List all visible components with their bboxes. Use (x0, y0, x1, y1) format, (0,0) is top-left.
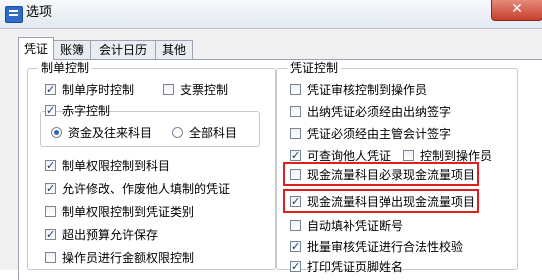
right-option-7-checkbox[interactable] (290, 220, 301, 231)
right-option-1-label: 凭证审核控制到操作员 (307, 83, 428, 97)
right-option-2-label: 出纳凭证必须经由出纳签字 (307, 105, 452, 119)
left-option-5-label: 操作员进行金额权限控制 (62, 251, 195, 265)
left-option-1-label: 制单权限控制到科目 (62, 159, 171, 173)
left-option-4-checkbox[interactable] (45, 227, 56, 243)
left-option-1-checkbox[interactable] (45, 158, 56, 174)
red-control-label: 赤字控制 (62, 104, 111, 118)
tab-accounting-calendar[interactable]: 会计日历 (90, 40, 156, 59)
left-option-3-checkbox[interactable] (45, 206, 56, 217)
right-option-3-checkbox[interactable] (290, 128, 301, 139)
right-option-5-label: 现金流量科目必录现金流量项目 (307, 168, 476, 182)
voucher-control-title: 凭证控制 (287, 60, 342, 76)
tab-other[interactable]: 其他 (155, 40, 193, 59)
entry-control-group: 制单控制 制单序时控制 支票控制 赤字控制 资金及往来科目 (27, 60, 276, 270)
ticket-control-label: 支票控制 (180, 83, 229, 97)
red-control-option[interactable]: 赤字控制 (45, 103, 110, 119)
close-button[interactable]: ✕ (491, 0, 542, 21)
left-option-5-checkbox[interactable] (45, 252, 56, 263)
app-icon (5, 6, 23, 23)
red-control-checkbox[interactable] (45, 103, 56, 119)
right-option-8-checkbox[interactable] (290, 239, 301, 255)
radio-funds-label: 资金及往来科目 (68, 126, 153, 140)
entry-control-title: 制单控制 (38, 60, 93, 76)
left-option-2-checkbox[interactable] (45, 181, 56, 197)
ticket-control-checkbox[interactable] (163, 84, 174, 95)
window-title: 选项 (26, 5, 53, 20)
radio-all-label: 全部科目 (189, 126, 238, 140)
right-option-6-checkbox[interactable] (290, 194, 301, 210)
left-option-3-label: 制单权限控制到凭证类别 (62, 205, 195, 219)
right-option-4-checkbox[interactable] (290, 148, 301, 164)
red-control-group: 赤字控制 资金及往来科目 全部科目 (40, 103, 260, 147)
right-option-2-checkbox[interactable] (290, 106, 301, 117)
right-option-6-label: 现金流量科目弹出现金流量项目 (307, 195, 476, 209)
seq-control-checkbox[interactable] (45, 82, 56, 98)
right-option-1-checkbox[interactable] (290, 84, 301, 95)
right-option-5-checkbox[interactable] (290, 169, 301, 180)
radio-all-button[interactable] (172, 127, 183, 138)
radio-funds-button[interactable] (51, 127, 62, 138)
right-option-9-label: 打印凭证页脚姓名 (307, 260, 404, 274)
right-option-9-checkbox[interactable] (290, 259, 301, 275)
voucher-tab-panel: 制单控制 制单序时控制 支票控制 赤字控制 资金及往来科目 (18, 59, 542, 280)
right-option-3-label: 凭证必须经由主管会计签字 (307, 127, 452, 141)
voucher-control-group: 凭证控制 凭证审核控制到操作员 出纳凭证必须经由出纳签字 凭证必须经由主管会计签… (276, 60, 518, 275)
left-option-2-label: 允许修改、作废他人填制的凭证 (62, 182, 231, 196)
tab-voucher[interactable]: 凭证 (18, 37, 54, 60)
title-bar: 选项 ✕ (0, 0, 542, 29)
right-option-8-label: 批量审核凭证进行合法性校验 (307, 240, 464, 254)
dialog-body: 凭证 账簿 会计日历 其他 制单控制 制单序时控制 支票控制 赤字控制 (0, 29, 542, 280)
tab-ledger[interactable]: 账簿 (53, 40, 91, 59)
query-to-operator-checkbox[interactable] (403, 150, 414, 161)
left-option-4-label: 超出预算允许保存 (62, 228, 159, 242)
seq-control-label: 制单序时控制 (62, 83, 135, 97)
right-option-7-label: 自动填补凭证断号 (307, 219, 404, 233)
